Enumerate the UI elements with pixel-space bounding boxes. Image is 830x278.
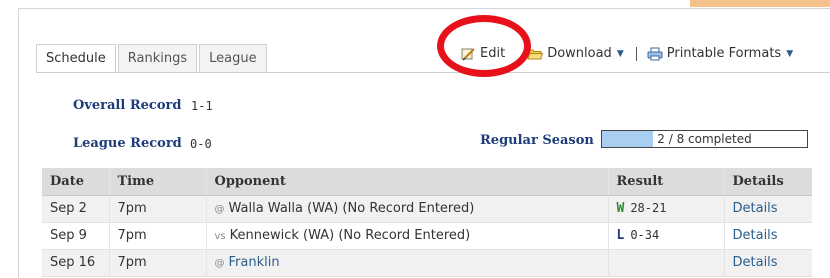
schedule-table: Date Time Opponent Result Details Sep 2 … [42,168,812,277]
details-link[interactable]: Details [733,228,778,243]
cell-date: Sep 2 [42,195,109,223]
tab-divider [36,72,830,73]
cell-details: Details [723,195,812,223]
printer-icon [647,47,663,61]
cell-opponent: @ Franklin [205,249,608,277]
season-progress-bar: 2 / 8 completed [601,130,808,148]
chevron-down-icon: ▼ [786,48,794,59]
col-header-time: Time [108,168,206,196]
highlight-annotation-circle [437,15,531,77]
tab-schedule[interactable]: Schedule [36,44,116,73]
table-header-row: Date Time Opponent Result Details [42,168,812,196]
location-prefix: @ [214,258,225,269]
printable-formats-dropdown[interactable]: Printable Formats ▼ [647,46,793,61]
tab-bar: Schedule Rankings League [36,44,269,73]
cell-result: W 28-21 [607,195,724,223]
cell-time: 7pm [108,195,206,223]
tab-league[interactable]: League [199,44,267,72]
col-header-details: Details [723,168,812,196]
cell-result [607,249,724,277]
league-record-label: League Record [73,136,182,151]
location-prefix: @ [214,204,225,215]
opponent-link[interactable]: Franklin [229,255,280,270]
result-letter: W [616,201,625,216]
chevron-down-icon: ▼ [616,48,624,59]
table-row: Sep 9 7pm vs Kennewick (WA) (No Record En… [42,222,812,250]
details-link[interactable]: Details [733,201,778,216]
col-header-opponent: Opponent [205,168,608,196]
cell-details: Details [723,222,812,250]
col-header-result: Result [607,168,724,196]
overall-record-label: Overall Record [73,98,182,113]
cell-date: Sep 16 [42,249,109,277]
cell-opponent: @ Walla Walla (WA) (No Record Entered) [205,195,608,223]
opponent-name: Kennewick (WA) (No Record Entered) [229,228,471,243]
result-letter: L [616,228,625,243]
progress-text: 2 / 8 completed [657,132,752,146]
printable-label: Printable Formats [666,46,782,61]
toolbar-separator [635,46,637,61]
cell-result: L 0-34 [607,222,724,250]
cell-details: Details [723,249,812,277]
cell-date: Sep 9 [42,222,109,250]
cell-time: 7pm [108,249,206,277]
result-score: 28-21 [630,201,667,215]
top-banner-fragment [690,0,830,7]
overall-record-value: 1-1 [191,99,213,113]
col-header-date: Date [42,168,109,196]
download-dropdown[interactable]: Download ▼ [527,46,624,61]
location-prefix: vs [214,231,226,242]
cell-opponent: vs Kennewick (WA) (No Record Entered) [205,222,608,250]
table-row: Sep 2 7pm @ Walla Walla (WA) (No Record E… [42,195,812,223]
league-record-value: 0-0 [190,137,212,151]
season-label: Regular Season [480,133,594,148]
tab-rankings[interactable]: Rankings [117,44,198,72]
table-row: Sep 16 7pm @ Franklin Details [42,249,812,277]
cell-time: 7pm [108,222,206,250]
result-score: 0-34 [630,228,660,242]
opponent-name: Walla Walla (WA) (No Record Entered) [228,201,475,216]
download-label: Download [547,46,612,61]
details-link[interactable]: Details [733,255,778,270]
